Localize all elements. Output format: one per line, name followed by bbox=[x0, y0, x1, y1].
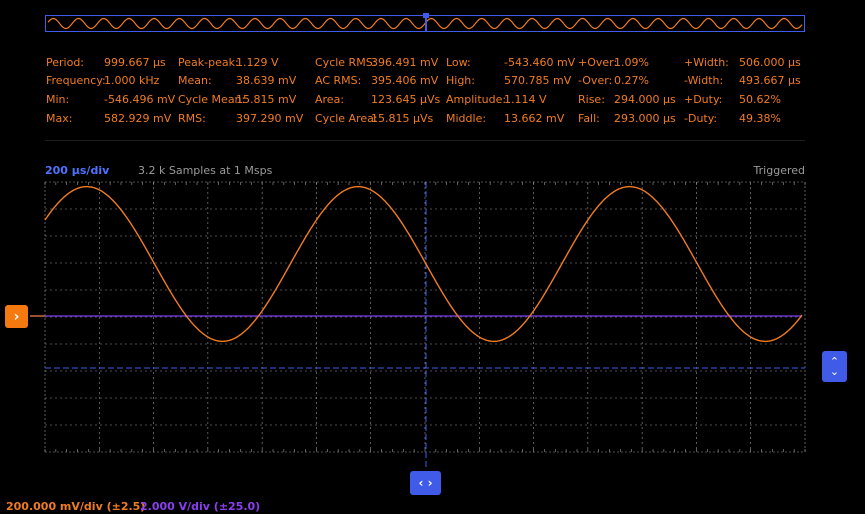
trigger-level-control[interactable]: ⌃ ⌄ bbox=[822, 351, 847, 382]
channel-1-offset-marker[interactable]: › bbox=[5, 305, 28, 328]
chevron-left-right-icon: ‹ › bbox=[418, 476, 433, 490]
scope-display[interactable] bbox=[0, 0, 865, 514]
trigger-time-control[interactable]: ‹ › bbox=[410, 471, 441, 495]
chevron-right-icon: › bbox=[13, 308, 20, 325]
channel-2-scale[interactable]: 2.000 V/div (±25.0) bbox=[140, 500, 260, 513]
channel-1-trace bbox=[44, 185, 803, 343]
chevron-down-icon[interactable]: ⌄ bbox=[830, 366, 839, 377]
channel-1-scale[interactable]: 200.000 mV/div (±2.5) bbox=[6, 500, 145, 513]
scope-grid bbox=[44, 181, 806, 453]
